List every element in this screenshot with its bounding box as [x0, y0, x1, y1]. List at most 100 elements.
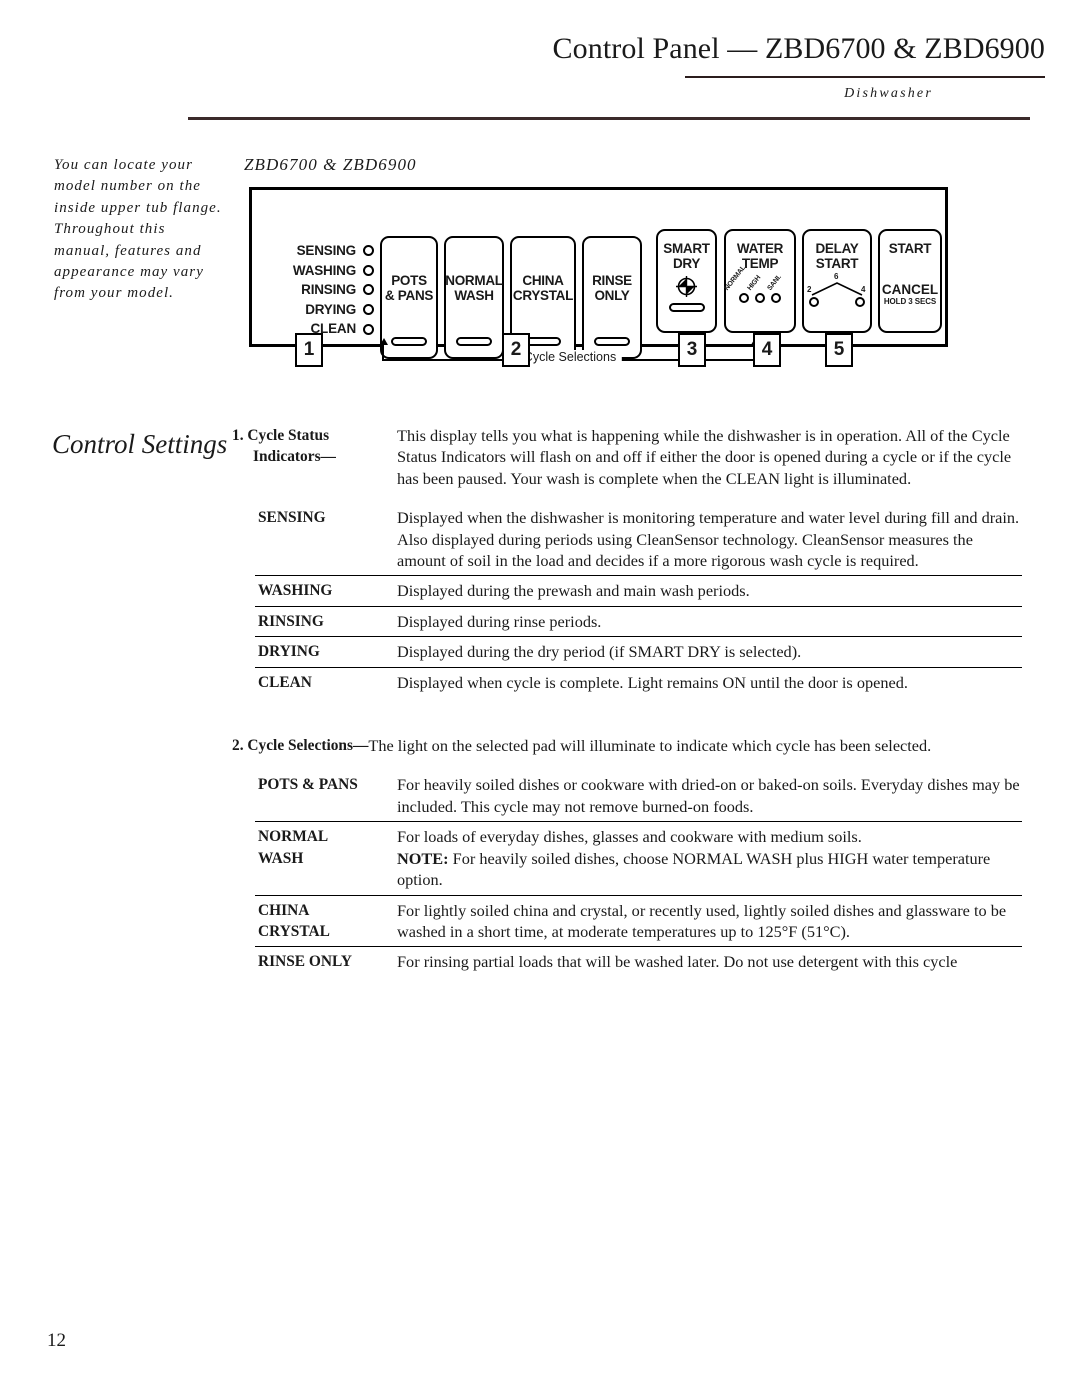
pad-label-line2: ONLY: [594, 287, 630, 303]
delay-start-hours-4: 4: [861, 285, 866, 294]
note-body: For heavily soiled dishes, choose NORMAL…: [397, 848, 991, 890]
status-indicator-label: SENSING: [296, 243, 357, 259]
callout-1: 1: [295, 333, 323, 367]
pad-start-cancel[interactable]: START CANCEL HOLD 3 SECS: [878, 229, 942, 333]
water-temp-option-labels: NORMAL HIGH SANI.: [723, 264, 793, 292]
row-description: For lightly soiled china and crystal, or…: [397, 900, 1007, 941]
row-description-paragraph: For loads of everyday dishes, glasses an…: [397, 827, 862, 847]
page-number: 12: [47, 1330, 66, 1351]
pad-label-normal-wash: NORMAL WASH: [445, 273, 503, 303]
fan-dry-icon: [676, 276, 697, 297]
row-divider: [255, 575, 1022, 577]
delay-start-hours-2: 2: [807, 285, 812, 294]
row-description: Displayed when the dishwasher is monitor…: [397, 508, 1020, 571]
header-rule-long: [188, 117, 1030, 120]
table-row-cycle-status-indicators: 1. Cycle Status Indicators— This display…: [232, 425, 1022, 489]
pad-label-line1: RINSE: [592, 272, 632, 288]
row-term-label: Cycle Selections—: [247, 737, 369, 755]
water-temp-indicator-lights: [727, 293, 793, 303]
pad-label-line1: WATER: [736, 241, 784, 256]
pad-label-line2: START: [815, 256, 859, 271]
control-settings-table: 1. Cycle Status Indicators— This display…: [232, 425, 1022, 973]
pad-label-line1: POTS: [391, 272, 427, 288]
delay-start-hours-graphic: 6 2 4: [806, 272, 868, 298]
row-divider: [255, 821, 1022, 823]
table-row-china-crystal: CHINA CRYSTAL For lightly soiled china a…: [232, 900, 1022, 943]
pad-label-cancel-hint: HOLD 3 SECS: [883, 297, 937, 306]
indicator-light-icon: [755, 293, 765, 303]
page-header: Control Panel — ZBD6700 & ZBD6900 Dishwa…: [0, 0, 1080, 120]
row-description: Displayed during the dry period (if SMAR…: [397, 642, 802, 662]
pad-label-line2: & PANS: [384, 287, 434, 303]
row-term: SENSING: [258, 509, 326, 527]
callout-2: 2: [502, 333, 530, 367]
pad-label-line2: DRY: [672, 256, 701, 271]
status-indicator-label: DRYING: [305, 301, 356, 317]
delay-start-hours-6: 6: [834, 272, 839, 281]
row-number: 1.: [232, 427, 244, 444]
status-light-icon: [363, 323, 374, 335]
pad-label-line1: CHINA: [522, 272, 564, 288]
row-term-line2: WASH: [258, 849, 304, 867]
row-term-line1: NORMAL: [258, 828, 329, 846]
pad-label-delay-start: DELAY START: [815, 241, 858, 271]
control-panel-diagram: ZBD6700 & ZBD6900 SENSING WASHING RINSIN…: [240, 155, 960, 375]
row-divider: [255, 946, 1022, 948]
pad-label-rinse-only: RINSE ONLY: [592, 273, 632, 303]
row-description-paragraph: This display tells you what is happening…: [397, 426, 1012, 488]
delay-start-indicator-lights: [809, 297, 865, 307]
status-indicator-label: WASHING: [292, 262, 356, 278]
note-label: NOTE:: [397, 848, 449, 868]
status-indicator-drying: DRYING: [268, 300, 374, 320]
row-divider: [255, 605, 1022, 607]
row-term: CHINA CRYSTAL: [232, 900, 397, 943]
table-row-rinse-only: RINSE ONLY For rinsing partial loads tha…: [232, 951, 1022, 972]
row-term-line1: Cycle Status: [247, 427, 330, 444]
row-term: WASHING: [258, 582, 333, 600]
section-heading: Control Settings: [52, 429, 228, 459]
pad-label-line1: DELAY: [815, 241, 859, 256]
water-temp-option-sani: SANI.: [766, 273, 783, 292]
header-rule-short: [685, 76, 1045, 78]
table-row-clean: CLEAN Displayed when cycle is complete. …: [232, 672, 1022, 693]
row-description: For heavily soiled dishes or cookware wi…: [397, 775, 1020, 816]
indicator-light-icon: [855, 297, 865, 307]
row-term: RINSE ONLY: [258, 953, 352, 971]
water-temp-option-normal: NORMAL: [723, 264, 748, 292]
status-light-icon: [363, 264, 374, 276]
margin-note: You can locate your model number on the …: [54, 157, 222, 302]
pad-label-start: START: [888, 241, 932, 256]
pad-label-line2: TEMP: [741, 256, 779, 271]
cycle-selections-label: Cycle Selections: [517, 350, 623, 364]
row-description: Displayed during the prewash and main wa…: [397, 581, 750, 601]
pad-water-temp[interactable]: WATER TEMP NORMAL HIGH SANI.: [723, 229, 796, 333]
header-subtitle: Dishwasher: [844, 86, 933, 101]
table-row-normal-wash: NORMAL WASH For loads of everyday dishes…: [232, 826, 1022, 890]
row-description: Displayed during rinse periods.: [397, 611, 602, 631]
pad-label-line2: WASH: [454, 287, 494, 303]
pad-label-line2: CRYSTAL: [512, 287, 574, 303]
table-row-washing: WASHING Displayed during the prewash and…: [232, 580, 1022, 601]
pad-label-cancel: CANCEL: [881, 282, 939, 297]
status-indicator-label: RINSING: [301, 282, 356, 298]
table-row-sensing: SENSING Displayed when the dishwasher is…: [232, 507, 1022, 571]
row-term-line1: CHINA: [258, 901, 310, 919]
pad-indicator-light-icon: [668, 303, 705, 312]
indicator-light-icon: [739, 293, 749, 303]
pad-smart-dry[interactable]: SMART DRY: [656, 229, 717, 333]
page-title: Control Panel — ZBD6700 & ZBD6900: [552, 32, 1045, 65]
row-term: 2. Cycle Selections—: [232, 735, 368, 756]
row-description: The light on the selected pad will illum…: [368, 736, 932, 756]
pad-delay-start[interactable]: DELAY START 6 2 4: [802, 229, 872, 333]
water-temp-option-high: HIGH: [746, 274, 763, 292]
table-row-rinsing: RINSING Displayed during rinse periods.: [232, 611, 1022, 632]
indicator-light-icon: [809, 297, 819, 307]
diagram-caption: ZBD6700 & ZBD6900: [244, 155, 417, 174]
control-panel-outline: SENSING WASHING RINSING DRYING CLEAN POT…: [249, 187, 948, 364]
callout-4: 4: [753, 333, 781, 367]
row-term-line2: CRYSTAL: [258, 922, 330, 940]
pad-label-line1: SMART: [663, 241, 710, 256]
table-row-pots-and-pans: POTS & PANS For heavily soiled dishes or…: [232, 774, 1022, 817]
row-term-line2: Indicators—: [253, 448, 336, 466]
